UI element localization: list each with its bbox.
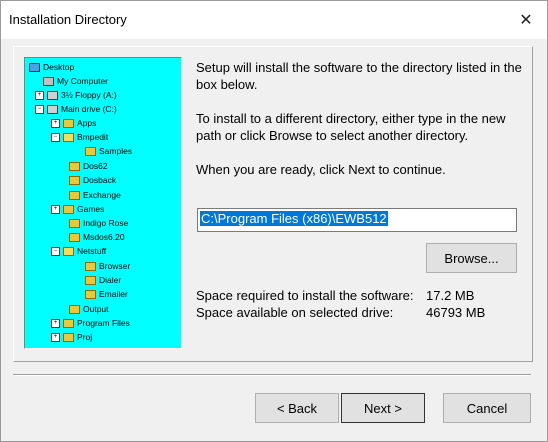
- content-panel: Desktop My Computer + 3½ Floppy (A:) − M…: [13, 46, 533, 362]
- tree-item-label: Bmpedit: [77, 132, 109, 142]
- title-bar: Installation Directory ✕: [1, 1, 547, 39]
- tree-item-label: Indigo Rose: [83, 218, 129, 228]
- expand-icon: +: [51, 119, 60, 128]
- tree-item-dialer: Dialer: [85, 273, 121, 287]
- collapse-icon: −: [35, 105, 44, 114]
- tree-item-label: Netstuff: [77, 246, 107, 256]
- tree-item-apps: Apps: [63, 116, 96, 130]
- folder-icon: [69, 232, 80, 242]
- desktop-icon: [29, 62, 40, 72]
- folder-icon: [63, 118, 74, 128]
- folder-icon: [69, 190, 80, 200]
- hard-drive-icon: [47, 104, 58, 114]
- tree-item-my-computer: My Computer: [43, 74, 108, 88]
- floppy-drive-icon: [47, 90, 58, 100]
- folder-icon: [63, 332, 74, 342]
- expand-icon: +: [35, 91, 44, 100]
- tree-item-proj: Proj: [63, 330, 92, 344]
- tree-item-samples: Samples: [85, 144, 132, 158]
- tree-item-desktop: Desktop: [29, 60, 74, 74]
- instruction-line: When you are ready, click Next to contin…: [196, 162, 446, 177]
- folder-icon: [85, 146, 96, 156]
- tree-item-label: Dos62: [83, 161, 108, 171]
- space-available-label: Space available on selected drive:: [196, 305, 394, 320]
- tree-item-browser: Browser: [85, 259, 130, 273]
- tree-item-label: Desktop: [43, 62, 75, 72]
- tree-item-label: Exchange: [83, 190, 121, 200]
- tree-item-label: Output: [83, 304, 109, 314]
- tree-item-main-drive: Main drive (C:): [47, 102, 117, 116]
- tree-item-label: Proj: [77, 332, 93, 342]
- cancel-button[interactable]: Cancel: [443, 393, 531, 423]
- instruction-line: To install to a different directory, eit…: [196, 111, 506, 143]
- folder-icon: [63, 318, 74, 328]
- folder-icon: [85, 289, 96, 299]
- install-path-input[interactable]: C:\Program Files (x86)\EWB512: [197, 208, 517, 232]
- tree-item-label: Browser: [99, 261, 131, 271]
- tree-item-netstuff: Netstuff: [63, 244, 106, 258]
- back-button[interactable]: < Back: [255, 393, 339, 423]
- tree-item-bmpedit: Bmpedit: [63, 130, 108, 144]
- tree-item-label: Dialer: [99, 275, 122, 285]
- instructions: Setup will install the software to the d…: [196, 59, 522, 195]
- tree-item-label: Samples: [99, 146, 133, 156]
- instruction-line: Setup will install the software to the d…: [196, 60, 522, 92]
- space-required-value: 17.2 MB: [426, 288, 475, 303]
- folder-icon: [85, 261, 96, 271]
- tree-item-label: 3½ Floppy (A:): [61, 90, 117, 100]
- tree-item-dosback: Dosback: [69, 173, 116, 187]
- folder-icon: [69, 175, 80, 185]
- next-button[interactable]: Next >: [341, 393, 425, 423]
- folder-icon: [69, 161, 80, 171]
- tree-item-label: Games: [77, 204, 105, 214]
- directory-tree-image: Desktop My Computer + 3½ Floppy (A:) − M…: [24, 57, 182, 349]
- computer-icon: [43, 76, 54, 86]
- installer-window: Installation Directory ✕ Desktop My Comp…: [0, 0, 548, 442]
- folder-icon: [63, 246, 74, 256]
- tree-item-label: Apps: [77, 118, 97, 128]
- tree-item-label: Main drive (C:): [61, 104, 117, 114]
- tree-item-output: Output: [69, 302, 109, 316]
- space-required-label: Space required to install the software:: [196, 288, 414, 303]
- expand-icon: +: [51, 319, 60, 328]
- space-available-value: 46793 MB: [426, 305, 486, 320]
- tree-item-label: Emailer: [99, 289, 128, 299]
- folder-icon: [63, 132, 74, 142]
- tree-item-label: Msdos6.20: [83, 232, 125, 242]
- tree-item-exchange: Exchange: [69, 188, 121, 202]
- tree-item-indigo-rose: Indigo Rose: [69, 216, 128, 230]
- tree-item-label: Dosback: [83, 175, 117, 185]
- folder-icon: [85, 275, 96, 285]
- tree-item-program-files: Program Files: [63, 316, 130, 330]
- collapse-icon: −: [51, 247, 60, 256]
- divider: [13, 374, 531, 376]
- close-icon[interactable]: ✕: [513, 7, 539, 33]
- tree-item-emailer: Emailer: [85, 287, 128, 301]
- folder-icon: [69, 218, 80, 228]
- collapse-icon: −: [51, 133, 60, 142]
- tree-item-dos62: Dos62: [69, 159, 108, 173]
- tree-item-floppy: 3½ Floppy (A:): [47, 88, 117, 102]
- folder-icon: [69, 304, 80, 314]
- tree-item-label: Program Files: [77, 318, 130, 328]
- expand-icon: +: [51, 333, 60, 342]
- browse-button[interactable]: Browse...: [426, 243, 517, 273]
- disk-space-info: Space required to install the software: …: [196, 287, 485, 321]
- expand-icon: +: [51, 205, 60, 214]
- tree-item-games: Games: [63, 202, 104, 216]
- window-title: Installation Directory: [9, 12, 127, 27]
- install-path-value: C:\Program Files (x86)\EWB512: [200, 211, 388, 226]
- tree-item-label: My Computer: [57, 76, 109, 86]
- tree-item-msdos: Msdos6.20: [69, 230, 125, 244]
- folder-icon: [63, 204, 74, 214]
